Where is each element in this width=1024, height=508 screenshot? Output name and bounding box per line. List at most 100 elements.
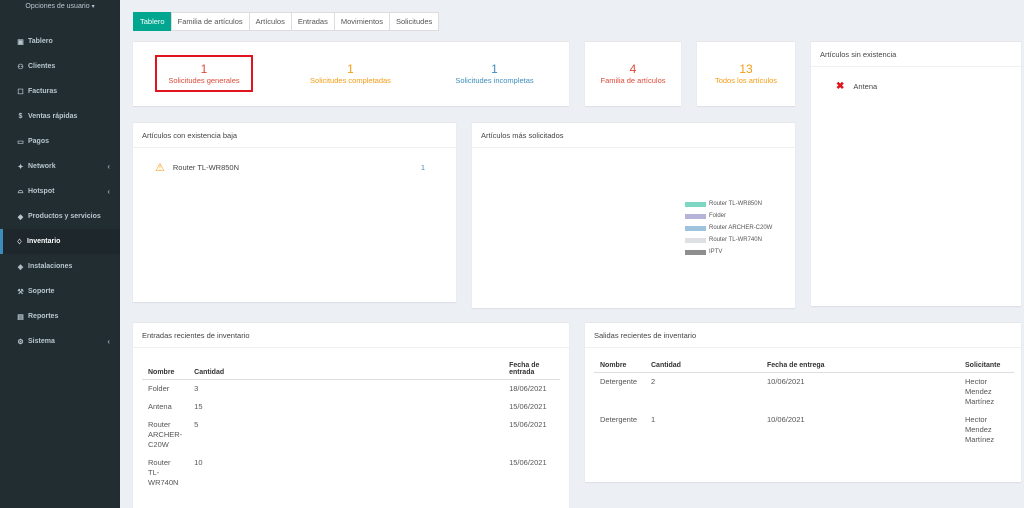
tab-familia-de-articulos[interactable]: Familia de artículos [170,12,250,31]
item-name: Router TL-WR850N [172,163,240,172]
chevron-left-icon: ‹ [107,337,110,346]
table-row: Detergente 2 10/06/2021 Hector Mendez Martí… [594,373,1014,412]
table-cell: Hector Mendez Martínez [965,415,995,444]
cogs-icon: ⚙ [17,338,24,346]
legend-item: Router TL-WR850N [685,198,772,210]
stat-familia-de-articulos[interactable]: 4 Familia de artículos [585,62,681,86]
stat-label: Todos los artículos [714,76,778,85]
box-title: Entradas recientes de inventario [133,323,569,348]
sidebar-item-label: Inventario [27,238,61,245]
table-cell: Detergente [600,377,638,386]
network-icon: ✦ [17,163,24,171]
table-row: Antena 15 15/06/2021 [142,398,560,416]
tab-tablero[interactable]: Tablero [133,12,172,31]
legend-item: IPTV [685,246,772,258]
table-header-row: Nombre Cantidad Fecha de entrega Solicit… [594,359,1014,373]
sidebar-item-label: Network [28,163,56,170]
box-title: Salidas recientes de inventario [585,323,1021,348]
tab-solicitudes[interactable]: Solicitudes [388,12,440,31]
recent-entries-box: Entradas recientes de inventario Nombre … [133,322,569,508]
table-cell: 15/06/2021 [509,458,547,467]
box-title: Artículos con existencia baja [133,123,456,148]
sidebar-item-productos-y-servicios[interactable]: ◆ Productos y servicios [0,204,120,229]
legend-item: Router ARCHER-C20W [685,222,772,234]
table-cell: 15/06/2021 [509,420,547,429]
legend-swatch [685,201,706,207]
table-cell: Hector Mendez Martínez [965,377,995,406]
tab-movimientos[interactable]: Movimientos [333,12,390,31]
entries-table: Nombre Cantidad Fecha de entrada Folder 3… [142,359,560,492]
legend-swatch [685,225,706,231]
table-row: Router ARCHER-C20W 5 15/06/2021 [142,416,560,454]
table-row: Router TL-WR740N 10 15/06/2021 [142,454,560,492]
column-header: Fecha de entrega [761,359,959,373]
table-cell: 5 [194,420,199,429]
column-header: Fecha de entrada [503,359,560,380]
stat-label: Solicitudes generales [168,76,240,85]
user-options-menu[interactable]: Opciones de usuario ▾ [0,0,120,18]
legend-swatch [685,249,706,255]
sidebar-item-ventas-rápidas[interactable]: $ Ventas rápidas [0,104,120,129]
sidebar: Opciones de usuario ▾ ▣ Tablero ⚇ Clientes ☐… [0,0,120,508]
sidebar-item-hotspot[interactable]: ⌓ Hotspot ‹ [0,179,120,204]
sidebar-item-instalaciones[interactable]: ◈ Instalaciones [0,254,120,279]
sidebar-item-label: Pagos [28,138,50,145]
sidebar-item-tablero[interactable]: ▣ Tablero [0,29,120,54]
list-item: ✖ Antena [836,81,877,92]
table-cell: Detergente [600,415,638,424]
stat-value: 4 [629,62,637,76]
table-row: Folder 3 18/06/2021 [142,380,560,399]
sidebar-item-network[interactable]: ✦ Network ‹ [0,154,120,179]
sidebar-item-facturas[interactable]: ☐ Facturas [0,79,120,104]
tag-icon: ◈ [17,263,24,271]
sidebar-item-pagos[interactable]: ▭ Pagos [0,129,120,154]
sidebar-item-label: Soporte [28,288,55,295]
legend-label: IPTV [709,249,723,255]
recent-outputs-box: Salidas recientes de inventario Nombre C… [585,322,1021,482]
box-title: Artículos más solicitados [472,123,795,148]
sidebar-nav: ▣ Tablero ⚇ Clientes ☐ Facturas $ Ventas rápida… [0,29,120,354]
table-cell: Router ARCHER-C20W [148,420,183,449]
table-cell: 3 [194,384,199,393]
tab-articulos[interactable]: Artículos [248,12,292,31]
sidebar-item-label: Clientes [28,63,56,70]
stat-solicitudes-incompletas[interactable]: 1 Solicitudes incompletas [443,62,546,86]
stat-label: Solicitudes completadas [310,76,391,85]
sidebar-item-label: Reportes [28,313,59,320]
sidebar-item-sistema[interactable]: ⚙ Sistema ‹ [0,329,120,354]
table-cell: 10/06/2021 [767,415,805,424]
sidebar-item-inventario[interactable]: ♢ Inventario [0,229,120,254]
sidebar-item-soporte[interactable]: ⚒ Soporte [0,279,120,304]
legend-item: Router TL-WR740N [685,234,772,246]
sidebar-item-reportes[interactable]: ▤ Reportes [0,304,120,329]
file-icon: ☐ [17,88,24,96]
table-cell: 10/06/2021 [767,377,805,386]
sidebar-item-clientes[interactable]: ⚇ Clientes [0,54,120,79]
box-title: Artículos sin existencia [811,42,1021,67]
wifi-icon: ⌓ [17,187,24,195]
wrench-icon: ⚒ [17,288,24,296]
column-header: Nombre [594,359,645,373]
legend-item: Folder [685,210,772,222]
stat-todos-los-articulos[interactable]: 13 Todos los artículos [697,62,795,86]
column-header: Cantidad [645,359,761,373]
table-cell: 15 [194,402,203,411]
table-cell: 18/06/2021 [509,384,547,393]
outputs-table: Nombre Cantidad Fecha de entrega Solicit… [594,359,1014,449]
stat-value: 1 [200,62,208,76]
legend-label: Folder [709,213,727,219]
out-of-stock-box: Artículos sin existencia ✖ Antena [811,41,1021,306]
stat-value: 13 [739,62,753,76]
table-cell: Folder [148,384,170,393]
column-header: Nombre [142,359,189,380]
list-item: ⚠ Router TL-WR850N 1 [155,161,425,174]
stat-value: 1 [347,62,354,76]
sidebar-item-label: Instalaciones [28,263,73,270]
legend-label: Router TL-WR850N [709,201,762,207]
stat-solicitudes-generales[interactable]: 1 Solicitudes generales [155,55,253,92]
tab-entradas[interactable]: Entradas [290,12,335,31]
book-icon: ▤ [17,313,24,321]
legend-label: Router ARCHER-C20W [709,225,773,231]
stat-solicitudes-completadas[interactable]: 1 Solicitudes completadas [298,62,403,86]
legend-swatch [685,237,706,243]
